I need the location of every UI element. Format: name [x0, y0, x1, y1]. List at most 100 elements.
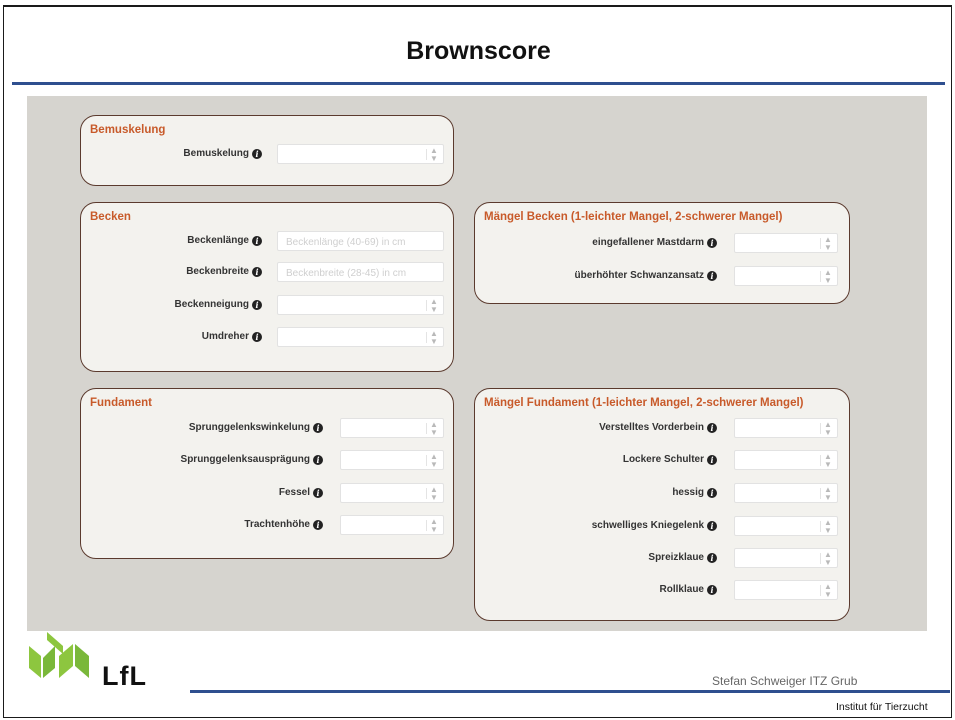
section-bemuskelung: Bemuskelung Bemuskelung i ▲ ▼ [80, 115, 454, 186]
field-row: Fessel i [81, 483, 323, 503]
section-title: Bemuskelung [90, 124, 166, 136]
field-label: Beckenneigung i [175, 295, 262, 315]
beckenlaenge-text-input[interactable] [278, 233, 443, 252]
updown-arrows-icon: ▲ ▼ [824, 452, 832, 469]
field-row: Beckenneigung i [81, 295, 262, 315]
section-becken: Becken Beckenlängei Beckenbreitei Becken… [80, 202, 454, 372]
slide-title: Brownscore [406, 37, 551, 65]
field-label: Lockere Schulter i [623, 450, 717, 470]
title-divider [12, 82, 945, 85]
field-label: Sprunggelenkswinkelung i [189, 418, 323, 438]
field-row: Verstelltes Vorderbein i [475, 418, 717, 438]
beckenneigung-select[interactable]: ▲ ▼ [277, 295, 444, 315]
kniegelenk-select[interactable]: ▲ ▼ [734, 516, 838, 536]
hessig-select[interactable]: ▲ ▼ [734, 483, 838, 503]
info-icon[interactable]: i [707, 521, 717, 531]
info-icon[interactable]: i [313, 488, 323, 498]
field-label: Fessel i [279, 483, 323, 503]
field-label: schwelliges Kniegelenk i [592, 516, 717, 536]
mastdarm-select[interactable]: ▲ ▼ [734, 233, 838, 253]
schwanzansatz-select[interactable]: ▲ ▼ [734, 266, 838, 286]
field-row: Beckenlänge i [81, 231, 262, 251]
updown-arrows-icon: ▲ ▼ [430, 517, 438, 534]
logo-text: LfL [102, 661, 147, 691]
info-icon[interactable]: i [252, 300, 262, 310]
beckenbreite-text-input[interactable] [278, 264, 443, 283]
updown-arrows-icon: ▲ ▼ [824, 518, 832, 535]
field-row: Rollklaue i [475, 580, 717, 600]
field-row: Spreizklaue i [475, 548, 717, 568]
updown-arrows-icon: ▲ ▼ [430, 420, 438, 437]
umdreher-select[interactable]: ▲ ▼ [277, 327, 444, 347]
field-label: Spreizklaue i [648, 548, 717, 568]
updown-arrows-icon: ▲ ▼ [824, 485, 832, 502]
author-text: Stefan Schweiger ITZ Grub [712, 674, 858, 688]
updown-arrows-icon: ▲ ▼ [430, 452, 438, 469]
info-icon[interactable]: i [707, 238, 717, 248]
updown-arrows-icon: ▲ ▼ [824, 235, 832, 252]
field-label: Trachtenhöhe i [244, 515, 323, 535]
field-label: Bemuskelung i [183, 144, 262, 164]
info-icon[interactable]: i [313, 423, 323, 433]
field-label: eingefallener Mastdarm i [592, 233, 717, 253]
trachtenhoehe-select[interactable]: ▲ ▼ [340, 515, 444, 535]
field-label: Beckenbreite i [186, 262, 262, 282]
form-panel: Bemuskelung Bemuskelung i ▲ ▼ Becken Becke… [27, 96, 927, 631]
field-label: Rollklaue i [660, 580, 717, 600]
updown-arrows-icon: ▲ ▼ [430, 146, 438, 163]
info-icon[interactable]: i [252, 332, 262, 342]
lfl-logo-icon [29, 632, 89, 678]
info-icon[interactable]: i [707, 553, 717, 563]
section-title: Mängel Becken (1-leichter Mangel, 2-schw… [484, 211, 783, 223]
info-icon[interactable]: i [707, 585, 717, 595]
section-title: Mängel Fundament (1-leichter Mangel, 2-s… [484, 397, 804, 409]
updown-arrows-icon: ▲ ▼ [824, 550, 832, 567]
sprunggelenksauspraegung-select[interactable]: ▲ ▼ [340, 450, 444, 470]
field-label: überhöhter Schwanzansatz i [575, 266, 717, 286]
bemuskelung-select[interactable]: ▲ ▼ [277, 144, 444, 164]
field-row: Sprunggelenksausprägung i [81, 450, 323, 470]
info-icon[interactable]: i [707, 455, 717, 465]
field-label: Umdreher i [202, 327, 262, 347]
beckenlaenge-input[interactable] [277, 231, 444, 252]
info-icon[interactable]: i [707, 423, 717, 433]
section-maengel-fundament: Mängel Fundament (1-leichter Mangel, 2-s… [474, 388, 850, 621]
field-row: eingefallener Mastdarm i [475, 233, 717, 253]
field-row: überhöhter Schwanzansatz i [475, 266, 717, 286]
footer-divider [190, 690, 950, 693]
updown-arrows-icon: ▲ ▼ [824, 420, 832, 437]
updown-arrows-icon: ▲ ▼ [430, 297, 438, 314]
spreizklaue-select[interactable]: ▲ ▼ [734, 548, 838, 568]
field-label: Sprunggelenksausprägung i [181, 450, 323, 470]
field-row: Beckenbreite i [81, 262, 262, 282]
info-icon[interactable]: i [707, 271, 717, 281]
info-icon[interactable]: i [252, 236, 262, 246]
field-row: Trachtenhöhe i [81, 515, 323, 535]
rollklaue-select[interactable]: ▲ ▼ [734, 580, 838, 600]
field-label: hessig i [672, 483, 717, 503]
field-row: hessig i [475, 483, 717, 503]
field-row: Lockere Schulter i [475, 450, 717, 470]
field-row: schwelliges Kniegelenk i [475, 516, 717, 536]
info-icon[interactable]: i [252, 149, 262, 159]
field-row: Umdreher i [81, 327, 262, 347]
section-title: Fundament [90, 397, 152, 409]
fessel-select[interactable]: ▲ ▼ [340, 483, 444, 503]
info-icon[interactable]: i [313, 520, 323, 530]
info-icon[interactable]: i [252, 267, 262, 277]
updown-arrows-icon: ▲ ▼ [824, 582, 832, 599]
info-icon[interactable]: i [313, 455, 323, 465]
section-fundament: Fundament Sprunggelenkswinkelung i ▲ ▼ Spr… [80, 388, 454, 559]
info-icon[interactable]: i [707, 488, 717, 498]
updown-arrows-icon: ▲ ▼ [430, 485, 438, 502]
field-label: Verstelltes Vorderbein i [599, 418, 717, 438]
beckenbreite-input[interactable] [277, 262, 444, 283]
slide: Brownscore Bemuskelung Bemuskelung i ▲ ▼ B… [3, 5, 952, 718]
sprunggelenkswinkelung-select[interactable]: ▲ ▼ [340, 418, 444, 438]
vorderbein-select[interactable]: ▲ ▼ [734, 418, 838, 438]
section-title: Becken [90, 211, 131, 223]
updown-arrows-icon: ▲ ▼ [430, 329, 438, 346]
section-maengel-becken: Mängel Becken (1-leichter Mangel, 2-schw… [474, 202, 850, 304]
field-label: Beckenlänge i [187, 231, 262, 251]
schulter-select[interactable]: ▲ ▼ [734, 450, 838, 470]
